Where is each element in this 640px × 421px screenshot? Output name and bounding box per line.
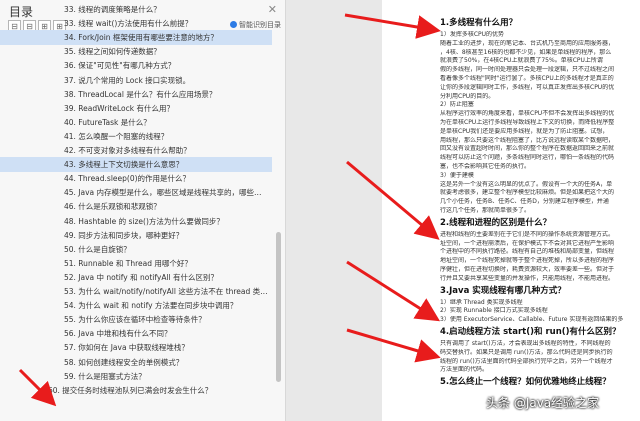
annotation-arrow-left bbox=[18, 368, 57, 407]
arrow-3 bbox=[346, 260, 441, 322]
annotation-arrows bbox=[344, 13, 441, 363]
watermark: 头条 @Java经验之家 bbox=[486, 396, 600, 410]
arrow-toc-end bbox=[18, 368, 57, 407]
arrow-1 bbox=[344, 13, 441, 39]
arrow-2 bbox=[346, 160, 440, 240]
arrow-4 bbox=[346, 328, 441, 363]
